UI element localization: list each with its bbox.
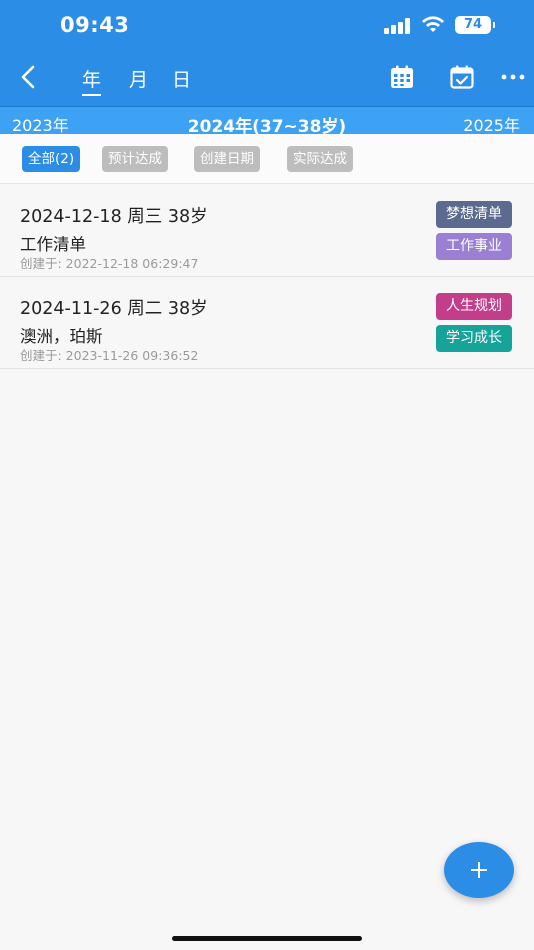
filter-chip-actual[interactable]: 实际达成 <box>287 146 353 172</box>
tag-badge: 工作事业 <box>436 233 512 260</box>
top-bar: 09:43 74 年 月 日 <box>0 0 534 106</box>
tag-badge: 学习成长 <box>436 325 512 352</box>
signal-icon <box>384 18 412 34</box>
goal-list: 2024-12-18 周三 38岁 工作清单 创建于: 2022-12-18 0… <box>0 185 534 369</box>
battery-icon: 74 <box>455 16 495 34</box>
item-title: 澳洲，珀斯 <box>20 327 103 346</box>
item-created: 创建于: 2022-12-18 06:29:47 <box>20 256 199 271</box>
item-date: 2024-11-26 周二 38岁 <box>20 299 208 319</box>
tag-badge: 梦想清单 <box>436 201 512 228</box>
tab-day[interactable]: 日 <box>172 65 191 92</box>
item-created: 创建于: 2023-11-26 09:36:52 <box>20 348 199 363</box>
filter-bar: 全部(2) 预计达成 创建日期 实际达成 <box>0 134 534 184</box>
item-date: 2024-12-18 周三 38岁 <box>20 207 208 227</box>
more-icon[interactable] <box>500 64 526 90</box>
item-title: 工作清单 <box>20 235 86 254</box>
wifi-icon <box>422 16 444 32</box>
tab-year[interactable]: 年 <box>82 65 102 96</box>
filter-chip-all[interactable]: 全部(2) <box>22 146 81 172</box>
list-item[interactable]: 2024-11-26 周二 38岁 澳洲，珀斯 创建于: 2023-11-26 … <box>0 277 534 369</box>
tab-month[interactable]: 月 <box>129 65 148 92</box>
next-year-button[interactable]: 2025年 <box>463 112 520 136</box>
filter-chip-created[interactable]: 创建日期 <box>194 146 260 172</box>
status-time: 09:43 <box>60 13 130 37</box>
filter-chip-expected[interactable]: 预计达成 <box>102 146 168 172</box>
home-indicator <box>172 936 362 941</box>
add-button[interactable] <box>444 842 514 898</box>
status-bar: 09:43 74 <box>0 0 534 50</box>
tag-badge: 人生规划 <box>436 293 512 320</box>
list-item[interactable]: 2024-12-18 周三 38岁 工作清单 创建于: 2022-12-18 0… <box>0 185 534 277</box>
nav-bar: 年 月 日 <box>0 50 534 106</box>
back-icon[interactable] <box>16 64 42 90</box>
year-bar: 2023年 2024年(37~38岁) 2025年 <box>0 106 534 137</box>
calendar-check-icon[interactable] <box>449 64 475 90</box>
calendar-grid-icon[interactable] <box>389 64 415 90</box>
